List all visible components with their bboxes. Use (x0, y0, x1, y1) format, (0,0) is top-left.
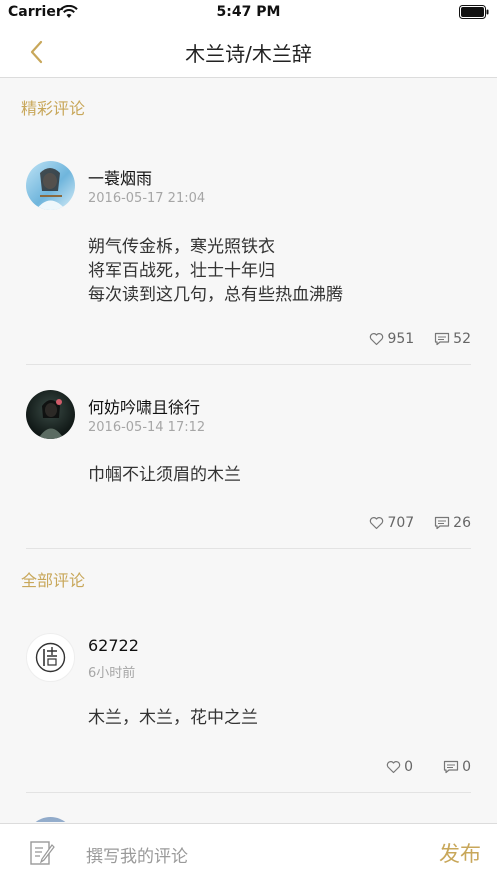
comments-list[interactable]: 精彩评论 一蓑烟雨 2016-05-17 21:04 朔气传金柝，寒光照铁衣 将… (0, 79, 497, 822)
comment-bubble-icon (435, 516, 450, 530)
comment-time: 2016-05-17 21:04 (88, 191, 206, 206)
comment-stats: 951 52 (369, 331, 471, 347)
heart-icon (386, 761, 401, 774)
reply-button[interactable]: 52 (434, 331, 471, 347)
like-count: 951 (387, 331, 415, 347)
comment-time: 6小时前 (88, 666, 136, 681)
comment-author[interactable]: 一蓑烟雨 (88, 165, 152, 189)
comment-line: 巾帼不让须眉的木兰 (88, 465, 241, 485)
comment-body: 巾帼不让须眉的木兰 (88, 463, 241, 487)
section-title-featured: 精彩评论 (21, 99, 86, 118)
avatar[interactable] (26, 817, 75, 822)
nav-bar: 木兰诗/木兰辞 (0, 26, 497, 78)
avatar[interactable] (26, 161, 75, 210)
reply-button[interactable]: 26 (434, 515, 471, 531)
comment-bubble-icon (443, 760, 459, 774)
comment-input[interactable]: 撰写我的评论 (86, 842, 188, 867)
avatar[interactable] (26, 390, 75, 439)
reply-count: 26 (453, 515, 471, 531)
reply-button[interactable]: 0 (443, 759, 471, 775)
battery-icon (459, 5, 489, 19)
publish-button[interactable]: 发布 (439, 838, 481, 868)
like-count: 707 (387, 515, 415, 531)
status-bar: Carrier 5:47 PM (0, 0, 497, 26)
comment-stats: 0 0 (386, 759, 471, 775)
page-title: 木兰诗/木兰辞 (185, 42, 312, 66)
compose-icon (30, 841, 55, 865)
like-button[interactable]: 707 (369, 515, 414, 531)
divider (26, 364, 471, 365)
comment-time: 2016-05-14 17:12 (88, 420, 206, 435)
divider (26, 792, 471, 793)
reply-count: 52 (453, 331, 471, 347)
divider (26, 548, 471, 549)
like-button[interactable]: 0 (386, 759, 413, 775)
comment-body: 木兰，木兰，花中之兰 (88, 706, 258, 730)
comment-stats: 707 26 (369, 515, 471, 531)
comment-line: 朔气传金柝，寒光照铁衣 (88, 237, 275, 257)
comment-line: 将军百战死，壮士十年归 (88, 261, 275, 281)
comment-line: 木兰，木兰，花中之兰 (88, 708, 258, 728)
comment-author[interactable]: 62722 (88, 636, 139, 655)
reply-count: 0 (462, 759, 471, 775)
avatar[interactable] (26, 633, 75, 682)
comment-body: 朔气传金柝，寒光照铁衣 将军百战死，壮士十年归 每次读到这几句，总有些热血沸腾 (88, 235, 343, 307)
section-title-all: 全部评论 (21, 571, 86, 590)
heart-icon (370, 517, 384, 530)
status-time: 5:47 PM (216, 4, 281, 20)
comment-input-bar: 撰写我的评论 发布 (0, 823, 497, 883)
like-button[interactable]: 951 (369, 331, 414, 347)
comment-author[interactable]: 何妨吟啸且徐行 (88, 394, 200, 418)
like-count: 0 (404, 759, 414, 775)
heart-icon (370, 333, 384, 346)
comment-bubble-icon (435, 332, 450, 346)
comment-line: 每次读到这几句，总有些热血沸腾 (88, 285, 343, 305)
